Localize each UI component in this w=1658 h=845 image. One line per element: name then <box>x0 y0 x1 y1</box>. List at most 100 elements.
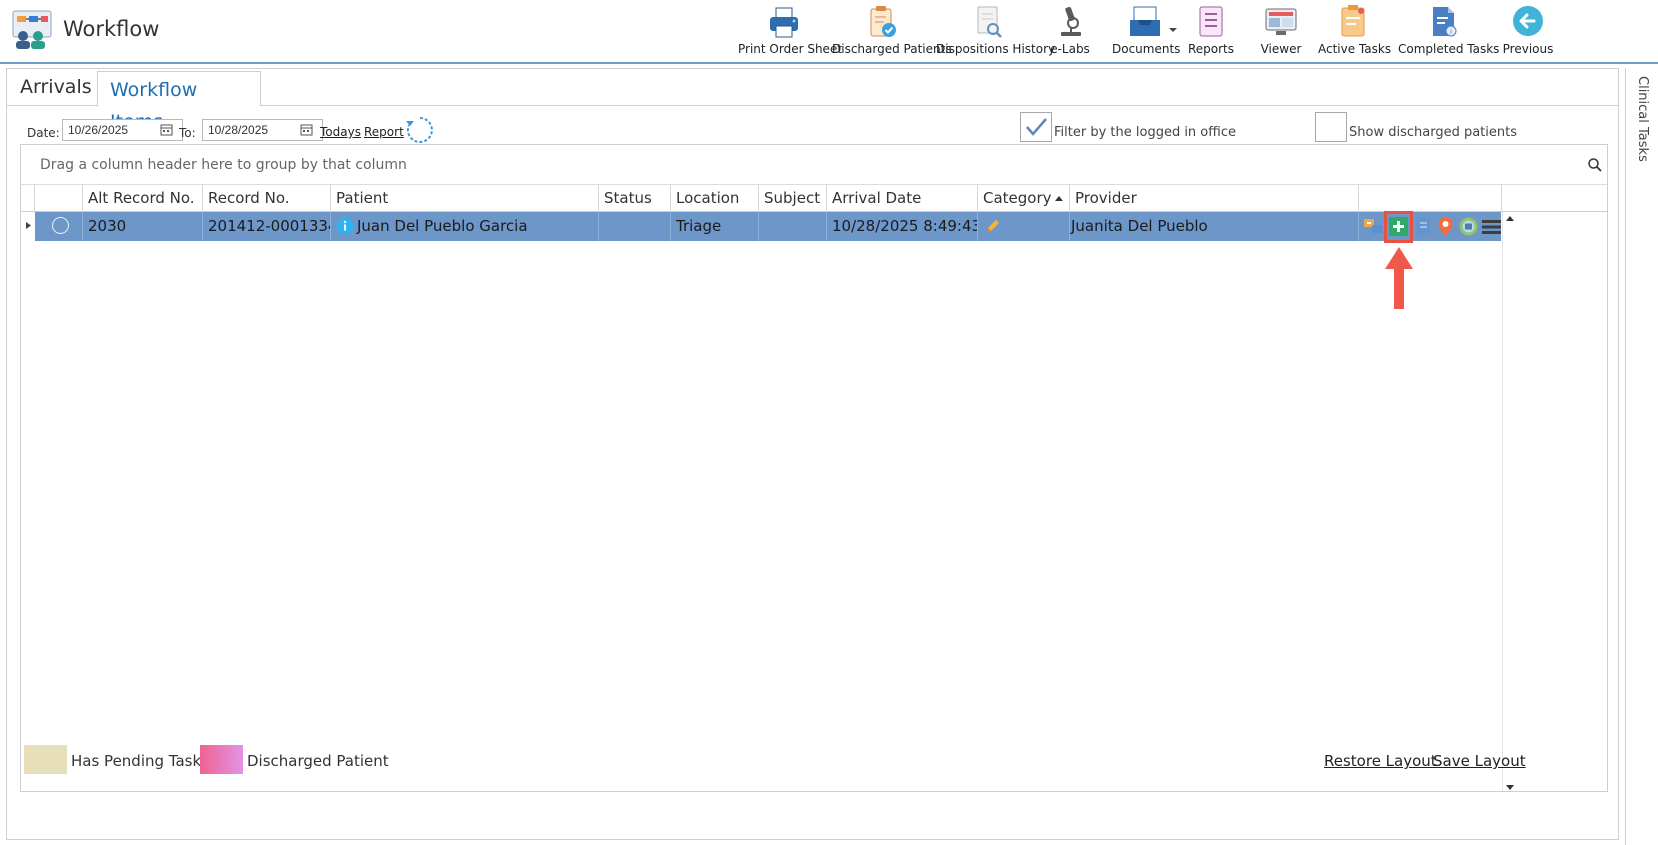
cell-alt-record-no: 2030 <box>83 212 203 241</box>
workflow-logo-icon <box>12 10 52 49</box>
active-tasks-button[interactable]: Active Tasks <box>1318 4 1392 60</box>
reports-button[interactable]: Reports <box>1186 4 1236 60</box>
cell-status <box>599 212 671 241</box>
column-header-record-no[interactable]: Record No. <box>203 185 331 212</box>
document-search-icon <box>977 6 1002 38</box>
calendar-icon[interactable] <box>160 123 173 136</box>
refresh-icon[interactable] <box>405 115 435 145</box>
column-header-provider[interactable]: Provider <box>1070 185 1359 212</box>
active-tasks-icon <box>1341 5 1365 37</box>
inbox-tray-icon <box>1130 6 1160 36</box>
scroll-down-icon[interactable] <box>1505 783 1515 791</box>
location-pin-icon[interactable] <box>1435 216 1456 237</box>
show-discharged-checkbox[interactable] <box>1315 112 1347 142</box>
cell-record-no: 201412-0001334 <box>203 212 331 241</box>
clipboard-check-icon <box>870 6 896 37</box>
column-header-patient[interactable]: Patient <box>331 185 599 212</box>
cell-provider: Juanita Del Pueblo <box>1070 212 1359 241</box>
pending-tasks-swatch <box>24 745 67 774</box>
report-list-icon <box>1199 6 1223 37</box>
dispositions-history-label: Dispositions History <box>936 42 1056 56</box>
column-header-status[interactable]: Status <box>599 185 671 212</box>
header-indicator-cell <box>21 185 35 212</box>
date-label: Date: <box>27 126 60 140</box>
microscope-icon <box>1061 6 1081 36</box>
header-select-cell <box>35 185 83 212</box>
viewer-button[interactable]: Viewer <box>1256 4 1306 60</box>
calendar-icon[interactable] <box>300 123 313 136</box>
vertical-scrollbar[interactable] <box>1502 212 1518 791</box>
column-header-alt-record-no[interactable]: Alt Record No. <box>83 185 203 212</box>
highlight-callout-box <box>1384 211 1413 243</box>
transfer-icon[interactable] <box>1363 216 1384 237</box>
cell-arrival-date: 10/28/2025 8:49:43 A <box>827 212 978 241</box>
checkmark-icon <box>1026 118 1047 136</box>
to-label: To: <box>179 126 196 140</box>
cell-location: Triage <box>671 212 759 241</box>
cell-patient-name: Juan Del Pueblo Garcia <box>357 217 528 235</box>
filter-office-label: Filter by the logged in office <box>1054 125 1236 140</box>
print-order-sheet-button[interactable]: Print Order Sheet <box>738 4 842 60</box>
cell-patient[interactable]: Juan Del Pueblo Garcia <box>331 212 599 241</box>
e-labs-button[interactable]: e-Labs <box>1045 4 1095 60</box>
completed-tasks-button[interactable]: i Completed Tasks <box>1398 4 1500 60</box>
previous-label: Previous <box>1502 42 1554 56</box>
previous-button[interactable]: Previous <box>1500 4 1556 60</box>
info-icon[interactable] <box>336 217 354 235</box>
column-header-location[interactable]: Location <box>671 185 759 212</box>
app-header: Workflow Print Order Sheet Discharged Pa… <box>0 0 1658 64</box>
column-header-category[interactable]: Category <box>978 185 1070 212</box>
pending-tasks-legend-label: Has Pending Tasks <box>71 752 209 770</box>
filter-office-checkbox[interactable] <box>1020 112 1052 142</box>
viewer-label: Viewer <box>1260 42 1302 56</box>
e-labs-label: e-Labs <box>1050 42 1090 56</box>
dispositions-history-button[interactable]: Dispositions History <box>936 4 1056 60</box>
row-select-radio[interactable] <box>52 217 69 234</box>
cell-subject <box>759 212 827 241</box>
grid-header-row: Alt Record No. Record No. Patient Status… <box>21 185 1607 212</box>
column-header-category-label: Category <box>983 189 1052 207</box>
tab-arrivals[interactable]: Arrivals <box>8 71 104 107</box>
svg-text:i: i <box>1450 28 1452 36</box>
column-header-arrival-date[interactable]: Arrival Date <box>827 185 978 212</box>
discharged-patient-legend-label: Discharged Patient <box>247 752 389 770</box>
app-title: Workflow <box>63 17 160 41</box>
main-panel: Arrivals Workflow Items Date: To: Todays… <box>6 68 1619 840</box>
document-icon[interactable] <box>1413 216 1434 237</box>
scroll-up-icon[interactable] <box>1505 215 1515 223</box>
callout-arrow-icon <box>1385 247 1413 309</box>
row-indicator-icon <box>26 222 31 229</box>
save-layout-link[interactable]: Save Layout <box>1433 752 1526 770</box>
discharged-patient-swatch <box>200 745 243 774</box>
view-details-icon[interactable] <box>1458 216 1479 237</box>
printer-icon <box>770 7 798 38</box>
todays-link[interactable]: Todays <box>320 125 361 139</box>
workflow-grid: Drag a column header here to group by th… <box>20 144 1608 792</box>
active-tasks-label: Active Tasks <box>1318 42 1392 56</box>
cell-category[interactable] <box>978 212 1070 241</box>
reports-label: Reports <box>1187 42 1235 56</box>
column-header-subject[interactable]: Subject <box>759 185 827 212</box>
tab-bar: Arrivals Workflow Items <box>7 69 1618 133</box>
search-icon[interactable] <box>1587 157 1603 173</box>
clinical-tasks-rail[interactable]: Clinical Tasks <box>1625 68 1658 845</box>
monitor-icon <box>1265 8 1297 35</box>
table-row[interactable]: 2030 201412-0001334 Juan Del Pueblo Garc… <box>35 212 1501 241</box>
report-link[interactable]: Report <box>364 125 404 139</box>
pencil-icon[interactable] <box>985 219 1000 234</box>
clinical-tasks-label: Clinical Tasks <box>1635 76 1650 162</box>
menu-icon[interactable] <box>1481 216 1502 237</box>
tab-workflow-items[interactable]: Workflow Items <box>97 71 261 133</box>
group-by-panel[interactable]: Drag a column header here to group by th… <box>21 145 1607 185</box>
documents-button[interactable]: Documents <box>1112 4 1181 60</box>
restore-layout-link[interactable]: Restore Layout <box>1324 752 1437 770</box>
column-header-actions <box>1359 185 1502 212</box>
sort-ascending-icon <box>1055 196 1063 201</box>
completed-tasks-icon: i <box>1433 7 1457 37</box>
group-by-hint: Drag a column header here to group by th… <box>40 157 407 173</box>
documents-label: Documents <box>1112 42 1181 56</box>
discharged-patients-button[interactable]: Discharged Patients <box>832 4 952 60</box>
back-arrow-icon <box>1513 6 1543 36</box>
discharged-patients-label: Discharged Patients <box>832 42 952 56</box>
completed-tasks-label: Completed Tasks <box>1398 42 1500 56</box>
